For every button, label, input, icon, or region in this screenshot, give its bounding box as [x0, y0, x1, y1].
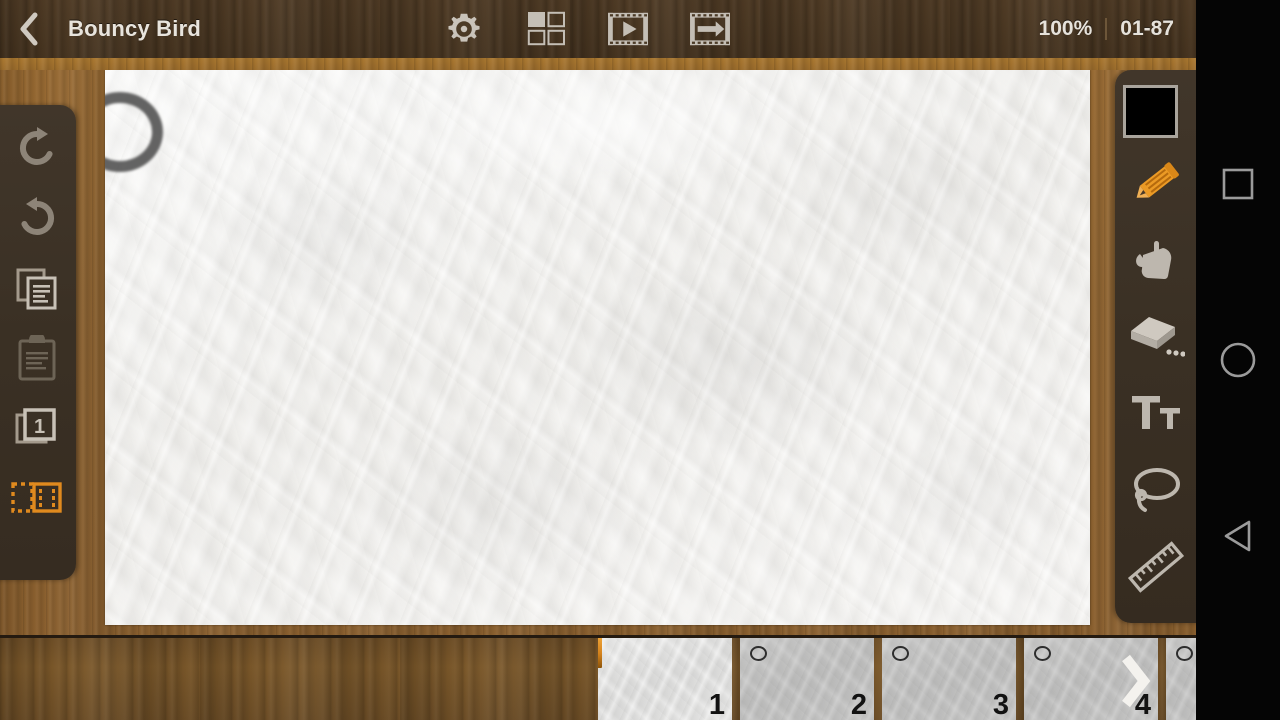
undo-icon[interactable] [6, 117, 68, 179]
back-chevron-icon[interactable] [0, 0, 58, 58]
paint-bucket-icon[interactable] [1123, 226, 1189, 292]
top-toolbar-center [442, 0, 732, 58]
onion-skin-icon[interactable] [6, 467, 68, 529]
next-chevron-icon[interactable] [1118, 652, 1152, 715]
top-toolbar-right: 100% 01-87 [1039, 0, 1174, 58]
home-button[interactable] [1214, 336, 1262, 384]
left-tool-panel: 1 [0, 105, 76, 580]
android-navigation-bar [1196, 0, 1280, 720]
frame-thumbnail[interactable]: 2 [740, 638, 874, 720]
frame-number: 2 [850, 689, 867, 720]
zoom-level: 100% [1038, 17, 1093, 40]
layer-count-badge: 1 [34, 416, 45, 438]
settings-gear-icon[interactable] [442, 7, 486, 51]
frame-sketch-circle [1034, 646, 1051, 661]
eraser-icon[interactable] [1123, 303, 1189, 369]
selected-frame-marker [598, 638, 602, 668]
film-export-icon[interactable] [688, 7, 732, 51]
paste-clipboard-icon[interactable] [6, 327, 68, 389]
lasso-select-icon[interactable] [1123, 457, 1189, 523]
redo-icon[interactable] [6, 187, 68, 249]
recents-button[interactable] [1214, 160, 1262, 208]
ruler-icon[interactable] [1123, 534, 1189, 600]
frame-thumbnail[interactable]: 4 [1024, 638, 1158, 720]
page-title: Bouncy Bird [68, 16, 201, 41]
text-tool-icon[interactable] [1123, 380, 1189, 446]
grid-layout-icon[interactable] [524, 7, 568, 51]
frame-sketch-circle [750, 646, 767, 661]
back-button[interactable] [1214, 512, 1262, 560]
frame-sketch-circle [1176, 646, 1193, 661]
frame-list: 1 2 3 4 [598, 638, 1236, 720]
pencil-icon[interactable] [1123, 149, 1189, 215]
frame-number: 3 [992, 689, 1009, 720]
phone-screen: Bouncy Bird 100% 01-87 1 1 2 3 4 [0, 0, 1280, 720]
frame-thumbnail[interactable]: 1 [598, 638, 732, 720]
drawing-canvas[interactable] [105, 70, 1090, 625]
frame-counter: 01-87 [1120, 17, 1174, 40]
paper-texture [105, 70, 1090, 625]
layers-icon[interactable]: 1 [6, 397, 68, 459]
top-app-bar: Bouncy Bird 100% 01-87 [0, 0, 1196, 58]
frame-number: 1 [708, 689, 725, 720]
color-swatch[interactable] [1123, 85, 1178, 138]
toolbar-divider [1105, 18, 1108, 40]
copy-icon[interactable] [6, 257, 68, 319]
wood-highlight-strip [0, 58, 1196, 70]
frame-thumbnail[interactable]: 3 [882, 638, 1016, 720]
frame-sketch-circle [892, 646, 909, 661]
film-play-icon[interactable] [606, 7, 650, 51]
